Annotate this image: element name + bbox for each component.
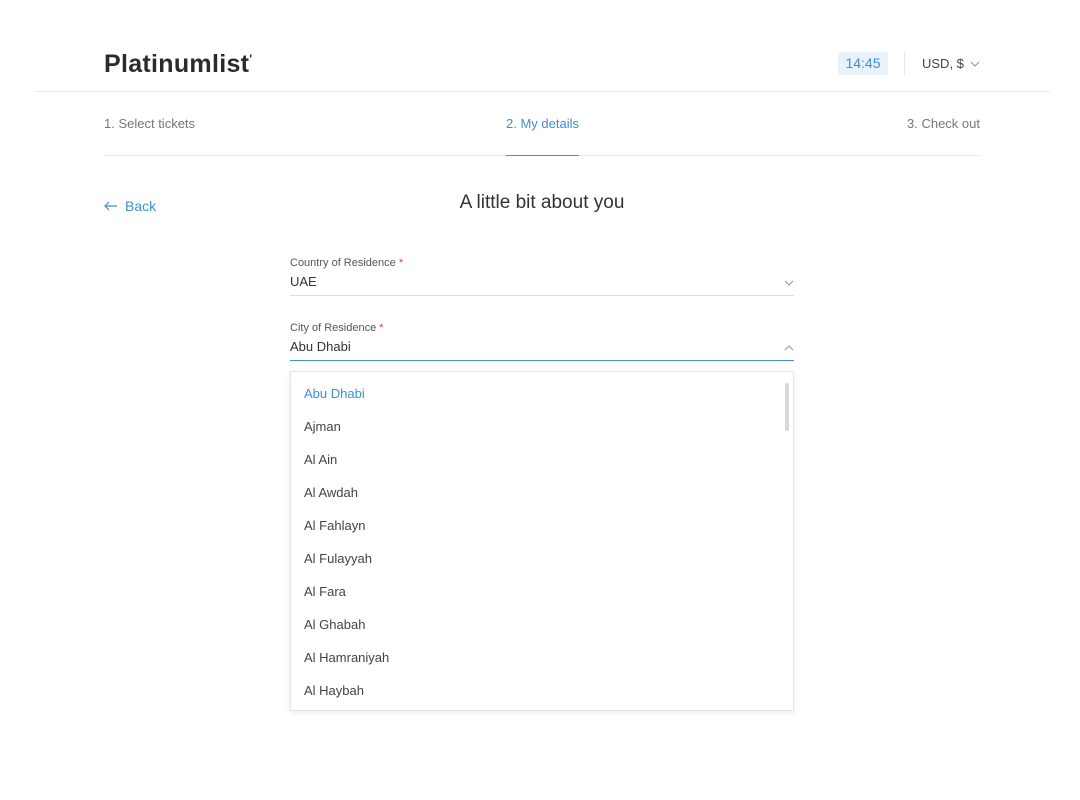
city-option[interactable]: Al Ain — [291, 443, 793, 476]
currency-selector[interactable]: USD, $ — [922, 52, 980, 75]
chevron-down-icon — [784, 280, 794, 286]
currency-label: USD, $ — [922, 56, 964, 71]
city-option[interactable]: Al Fulayyah — [291, 542, 793, 575]
city-dropdown-list[interactable]: Abu Dhabi Ajman Al Ain Al Awdah Al Fahla… — [290, 371, 794, 711]
chevron-down-icon — [970, 61, 980, 67]
city-option[interactable]: Al Awdah — [291, 476, 793, 509]
city-option[interactable]: Abu Dhabi — [291, 377, 793, 410]
page-title: A little bit about you — [459, 192, 625, 213]
city-option[interactable]: Al Hamraniyah — [291, 641, 793, 674]
city-label: City of Residence * — [290, 322, 384, 334]
city-value: Abu Dhabi — [290, 339, 351, 354]
city-field: City of Residence * Abu Dhabi — [290, 322, 794, 361]
country-label: Country of Residence * — [290, 257, 404, 269]
city-option[interactable]: Al Ghabah — [291, 608, 793, 641]
step-check-out[interactable]: 3. Check out — [907, 116, 980, 131]
required-marker: * — [398, 257, 404, 269]
city-option[interactable]: Al Fara — [291, 575, 793, 608]
session-timer: 14:45 — [838, 52, 888, 75]
header-divider — [904, 52, 905, 75]
city-select[interactable]: Abu Dhabi — [290, 339, 794, 361]
dropdown-scrollbar[interactable] — [785, 383, 789, 431]
active-step-indicator — [506, 155, 579, 156]
city-option[interactable]: Al Haybah — [291, 674, 793, 707]
country-select[interactable]: UAE — [290, 274, 794, 296]
country-field: Country of Residence * UAE — [290, 257, 794, 296]
platinumlist-logo[interactable]: Platinumlist' — [104, 50, 252, 79]
step-select-tickets[interactable]: 1. Select tickets — [104, 116, 195, 131]
country-value: UAE — [290, 274, 317, 289]
chevron-up-icon — [784, 345, 794, 351]
city-option[interactable]: Al Fahlayn — [291, 509, 793, 542]
step-my-details[interactable]: 2. My details — [506, 116, 579, 131]
logo-tick: ' — [249, 52, 253, 66]
city-option[interactable]: Ajman — [291, 410, 793, 443]
checkout-steps: 1. Select tickets 2. My details 3. Check… — [104, 110, 980, 156]
required-marker: * — [379, 322, 384, 334]
logo-text: Platinumlist — [104, 50, 250, 78]
top-header: Platinumlist' 14:45 USD, $ — [34, 40, 1050, 92]
